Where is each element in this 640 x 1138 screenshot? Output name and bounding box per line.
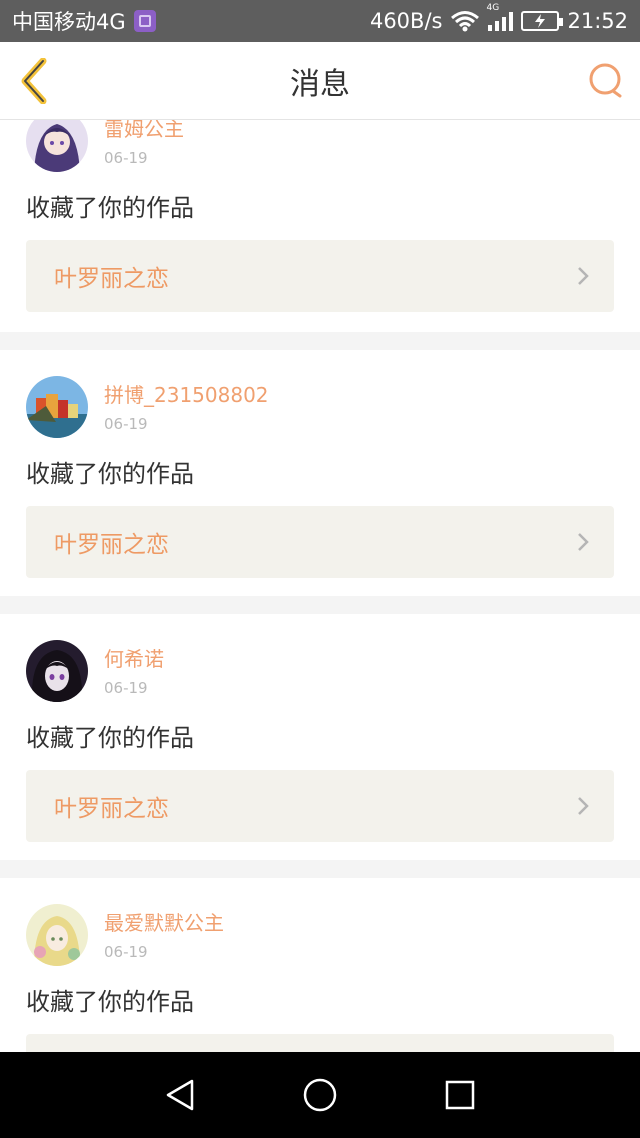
work-link[interactable]: 叶罗丽之恋: [26, 240, 614, 312]
network-type-label: 4G: [486, 3, 500, 13]
work-title: 叶罗丽之恋: [54, 266, 169, 292]
battery-charging-icon: [521, 11, 564, 31]
nav-recent-button[interactable]: [436, 1071, 484, 1119]
network-speed: 460B/s: [369, 9, 443, 33]
chevron-right-icon: [578, 797, 589, 815]
message-card: 拼博_231508802 06-19 收藏了你的作品 叶罗丽之恋: [0, 350, 640, 596]
app-notification-icon: [133, 10, 156, 32]
work-title: 叶罗丽之恋: [54, 532, 169, 558]
search-button[interactable]: [586, 60, 626, 100]
clock: 21:52: [567, 9, 628, 33]
carrier-label: 中国移动4G: [12, 10, 126, 34]
avatar[interactable]: [26, 376, 88, 438]
message-date: 06-19: [104, 679, 148, 697]
username[interactable]: 拼博_231508802: [104, 381, 269, 409]
message-action: 收藏了你的作品: [26, 460, 194, 488]
square-recent-icon: [445, 1080, 475, 1110]
signal-icon: 4G: [486, 3, 514, 31]
search-icon: [589, 63, 622, 98]
chevron-left-icon: [21, 58, 47, 104]
message-action: 收藏了你的作品: [26, 194, 194, 222]
circle-home-icon: [303, 1078, 337, 1112]
message-date: 06-19: [104, 415, 148, 433]
triangle-back-icon: [166, 1079, 194, 1111]
message-action: 收藏了你的作品: [26, 988, 194, 1016]
username[interactable]: 何希诺: [104, 645, 164, 673]
message-card: 最爱默默公主 06-19 收藏了你的作品: [0, 878, 640, 1052]
nav-back-button[interactable]: [156, 1071, 204, 1119]
system-nav-bar: [0, 1052, 640, 1138]
message-card: 何希诺 06-19 收藏了你的作品 叶罗丽之恋: [0, 614, 640, 860]
message-date: 06-19: [104, 943, 148, 961]
page-title: 消息: [290, 66, 350, 102]
message-action: 收藏了你的作品: [26, 724, 194, 752]
chevron-right-icon: [578, 533, 589, 551]
username[interactable]: 最爱默默公主: [104, 909, 224, 937]
wifi-icon: [451, 11, 480, 32]
message-list[interactable]: 雷姆公主 06-19 收藏了你的作品 叶罗丽之恋 拼博_231508802 06…: [0, 120, 640, 1052]
message-date: 06-19: [104, 149, 148, 167]
nav-home-button[interactable]: [296, 1071, 344, 1119]
message-card: 雷姆公主 06-19 收藏了你的作品 叶罗丽之恋: [0, 120, 640, 332]
work-link[interactable]: [26, 1034, 614, 1052]
status-bar: 中国移动4G 460B/s 4G 21:52: [0, 0, 640, 42]
back-button[interactable]: [14, 56, 54, 106]
work-link[interactable]: 叶罗丽之恋: [26, 770, 614, 842]
chevron-right-icon: [578, 267, 589, 285]
work-link[interactable]: 叶罗丽之恋: [26, 506, 614, 578]
work-title: 叶罗丽之恋: [54, 796, 169, 822]
avatar[interactable]: [26, 640, 88, 702]
app-header: 消息: [0, 42, 640, 120]
avatar[interactable]: [26, 904, 88, 966]
avatar[interactable]: [26, 120, 88, 172]
username[interactable]: 雷姆公主: [104, 120, 184, 143]
